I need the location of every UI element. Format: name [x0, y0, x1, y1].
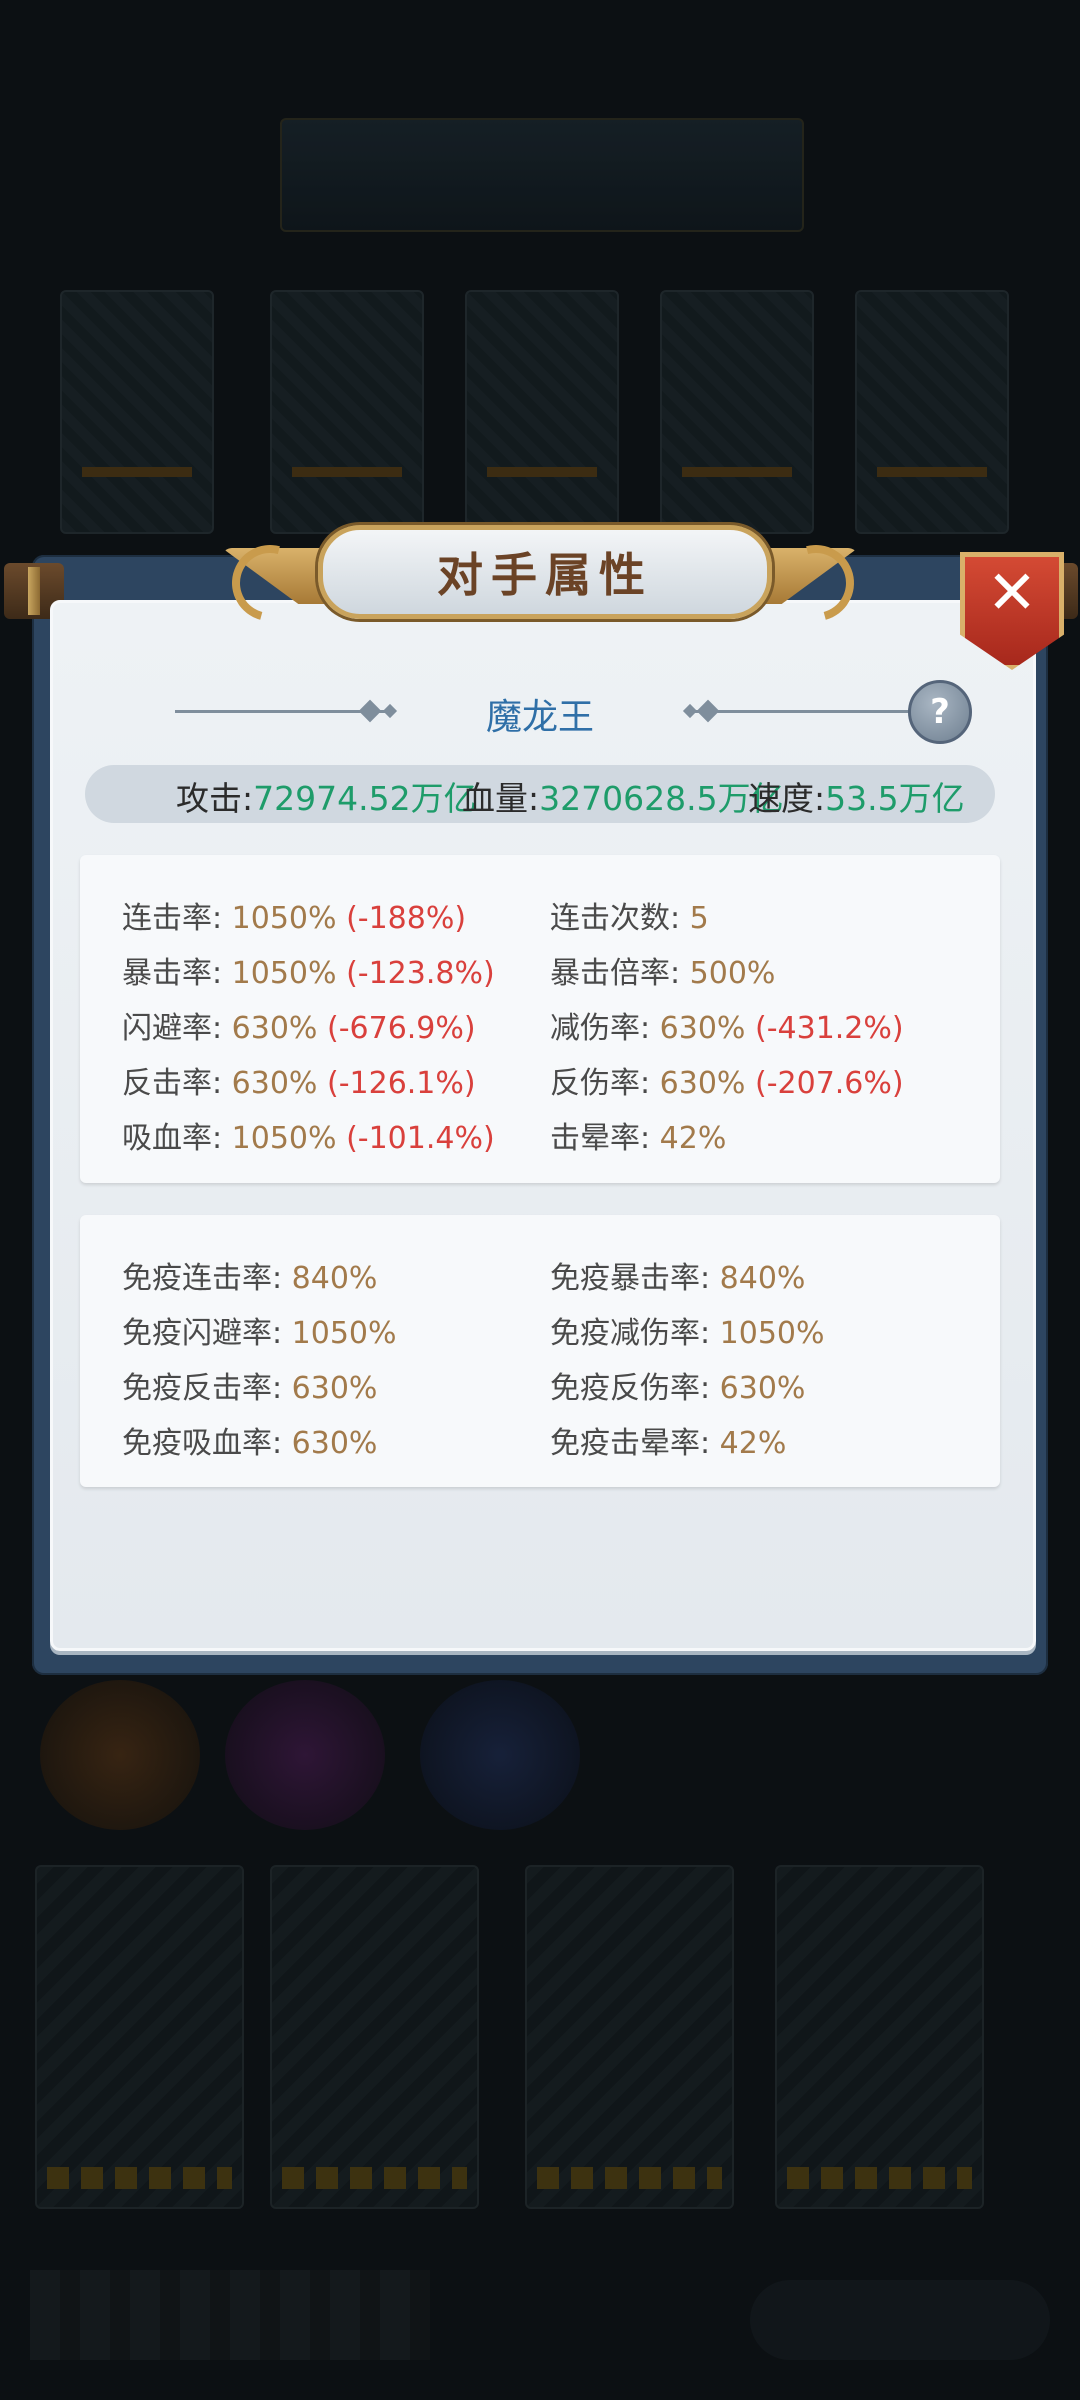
attack-value: 72974.52万亿 [253, 779, 477, 818]
attribute-value: 1050% [231, 956, 337, 991]
immunity-value: 42% [719, 1426, 787, 1461]
immunity-row: 免疫暴击率: 840% [550, 1253, 805, 1297]
attack-label: 攻击: [176, 779, 254, 818]
immunity-label: 免疫减伤率: [550, 1316, 711, 1351]
hp-value: 3270628.5万亿 [539, 779, 784, 818]
background-card [60, 290, 214, 534]
attribute-row: 连击次数: 5 [550, 893, 709, 937]
immunity-row: 免疫反击率: 630% [122, 1363, 377, 1407]
attribute-delta: (-188%) [346, 901, 467, 936]
immunity-row: 免疫击晕率: 42% [550, 1418, 786, 1462]
background-bottom-text [30, 2270, 430, 2360]
dialog-title: 对手属性 [437, 548, 653, 602]
attribute-value: 630% [659, 1066, 746, 1101]
hp-stat: 血量:3270628.5万亿 [462, 772, 784, 820]
background-banner [280, 118, 804, 232]
background-hero-slot [775, 1865, 984, 2209]
attribute-label: 连击次数: [550, 901, 681, 936]
immunity-value: 840% [291, 1261, 378, 1296]
immunity-label: 免疫暴击率: [550, 1261, 711, 1296]
background-orb [420, 1680, 580, 1830]
title-plaque: 对手属性 [318, 525, 772, 619]
speed-stat: 速度:53.5万亿 [748, 772, 965, 820]
help-button[interactable]: ? [908, 680, 972, 744]
attribute-label: 反伤率: [550, 1066, 651, 1101]
attribute-delta: (-431.2%) [754, 1011, 904, 1046]
background-orb [40, 1680, 200, 1830]
close-x-icon: ✕ [986, 558, 1038, 628]
attribute-row: 连击率: 1050% (-188%) [122, 893, 466, 937]
attribute-row: 击晕率: 42% [550, 1113, 726, 1157]
attribute-value: 630% [231, 1011, 318, 1046]
background-hero-slot [270, 1865, 479, 2209]
attribute-value: 5 [689, 901, 709, 936]
opponent-name: 魔龙王 [485, 697, 594, 738]
immunity-label: 免疫闪避率: [122, 1316, 283, 1351]
speed-value: 53.5万亿 [825, 779, 965, 818]
immunity-value: 1050% [291, 1316, 397, 1351]
immunity-label: 免疫击晕率: [550, 1426, 711, 1461]
background-orb [225, 1680, 385, 1830]
attribute-value: 630% [659, 1011, 746, 1046]
attribute-row: 反击率: 630% (-126.1%) [122, 1058, 476, 1102]
attribute-value: 630% [231, 1066, 318, 1101]
immunity-row: 免疫闪避率: 1050% [122, 1308, 397, 1352]
immunity-value: 630% [291, 1426, 378, 1461]
background-card [465, 290, 619, 534]
attribute-label: 减伤率: [550, 1011, 651, 1046]
background-hero-slot [35, 1865, 244, 2209]
attribute-delta: (-126.1%) [326, 1066, 476, 1101]
attribute-value: 500% [689, 956, 776, 991]
immunity-row: 免疫减伤率: 1050% [550, 1308, 825, 1352]
attribute-label: 连击率: [122, 901, 223, 936]
hp-label: 血量: [462, 779, 540, 818]
attribute-label: 闪避率: [122, 1011, 223, 1046]
attribute-delta: (-123.8%) [346, 956, 495, 991]
attribute-label: 暴击倍率: [550, 956, 681, 991]
attribute-label: 反击率: [122, 1066, 223, 1101]
attribute-row: 减伤率: 630% (-431.2%) [550, 1003, 904, 1047]
attribute-row: 吸血率: 1050% (-101.4%) [122, 1113, 495, 1157]
speed-label: 速度: [748, 779, 826, 818]
attribute-row: 反伤率: 630% (-207.6%) [550, 1058, 904, 1102]
immunity-label: 免疫连击率: [122, 1261, 283, 1296]
immunity-value: 630% [291, 1371, 378, 1406]
immunity-value: 1050% [719, 1316, 825, 1351]
background-hero-slot [525, 1865, 734, 2209]
attribute-delta: (-207.6%) [754, 1066, 904, 1101]
attribute-value: 42% [659, 1121, 727, 1156]
attribute-value: 1050% [231, 901, 337, 936]
attribute-value: 1050% [231, 1121, 337, 1156]
attribute-delta: (-101.4%) [346, 1121, 495, 1156]
attribute-row: 暴击倍率: 500% [550, 948, 775, 992]
attribute-label: 暴击率: [122, 956, 223, 991]
attribute-row: 暴击率: 1050% (-123.8%) [122, 948, 495, 992]
immunity-row: 免疫连击率: 840% [122, 1253, 377, 1297]
attribute-row: 闪避率: 630% (-676.9%) [122, 1003, 476, 1047]
immunity-label: 免疫反伤率: [550, 1371, 711, 1406]
background-card [660, 290, 814, 534]
immunity-label: 免疫反击率: [122, 1371, 283, 1406]
immunity-row: 免疫反伤率: 630% [550, 1363, 805, 1407]
immunity-label: 免疫吸血率: [122, 1426, 283, 1461]
background-card [855, 290, 1009, 534]
attribute-label: 吸血率: [122, 1121, 223, 1156]
immunity-value: 630% [719, 1371, 806, 1406]
attribute-delta: (-676.9%) [326, 1011, 476, 1046]
background-bottom-button [750, 2280, 1050, 2360]
attribute-label: 击晕率: [550, 1121, 651, 1156]
background-card [270, 290, 424, 534]
immunity-value: 840% [719, 1261, 806, 1296]
attack-stat: 攻击:72974.52万亿 [176, 772, 477, 820]
name-divider-right [690, 710, 910, 713]
immunity-row: 免疫吸血率: 630% [122, 1418, 377, 1462]
